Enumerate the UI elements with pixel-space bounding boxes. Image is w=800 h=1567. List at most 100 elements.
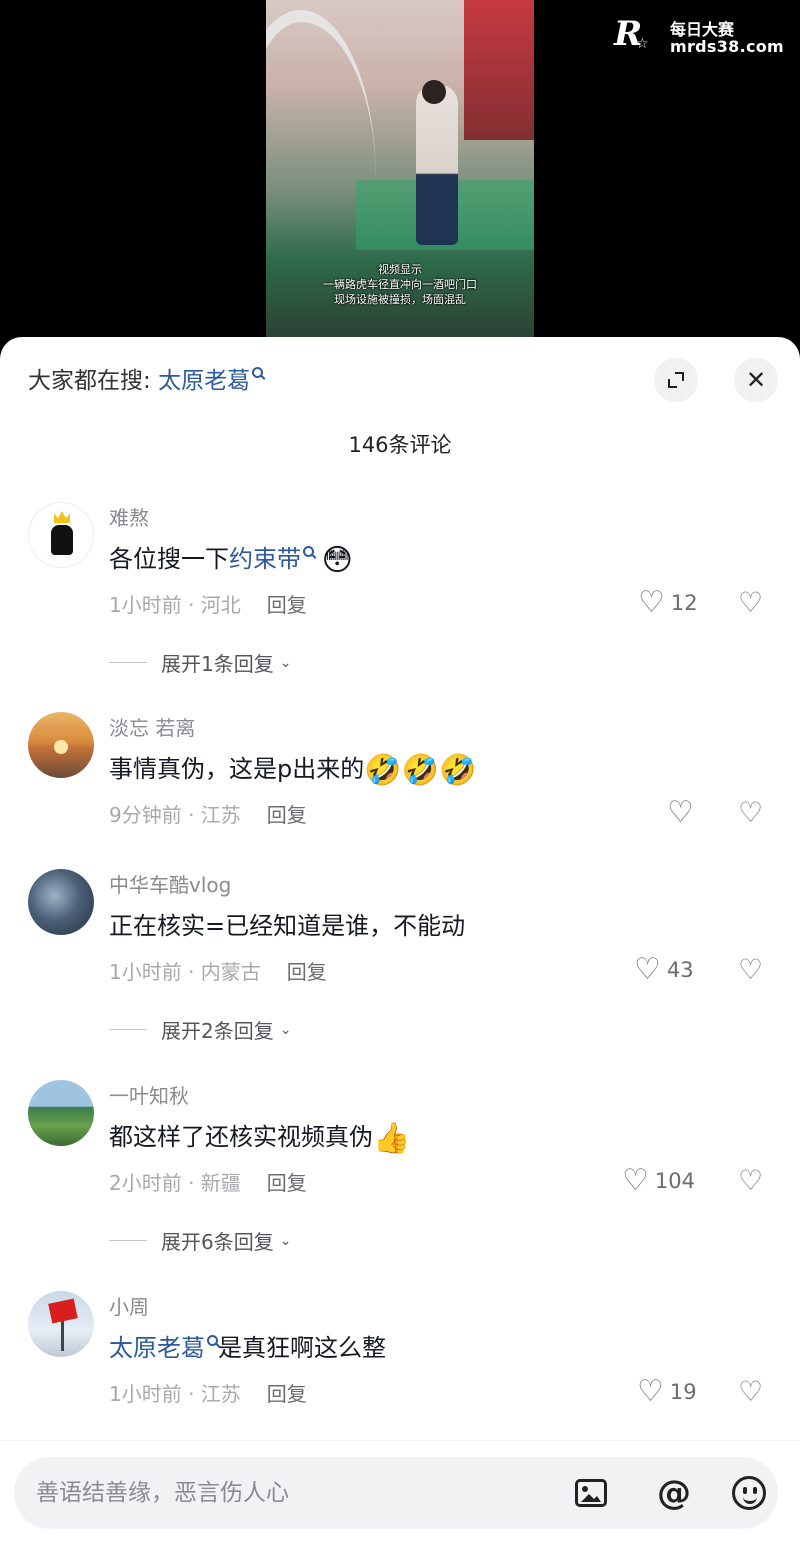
expand-replies-button[interactable]: 展开2条回复 ⌄ [109, 1015, 291, 1044]
comment-input[interactable] [36, 1475, 556, 1511]
avatar[interactable] [28, 1291, 94, 1357]
expand-replies-button[interactable]: 展开1条回复 ⌄ [109, 648, 291, 677]
close-icon: ✕ [745, 366, 767, 394]
like-button[interactable]: ♡ 43 [634, 955, 694, 985]
comment-text-part: 都这样了还核实视频真伪 [109, 1123, 373, 1151]
laughing-emoji: 🤣🤣🤣 [364, 753, 477, 788]
comment-sheet: 大家都在搜: 太原老葛 ✕ 146条评论 难熬 各位搜一下约束带 😳 1小时前 … [0, 337, 800, 1567]
expand-replies-label: 展开2条回复 [161, 1019, 274, 1043]
divider [109, 1240, 147, 1241]
like-count: 104 [654, 1169, 695, 1193]
reply-button[interactable]: 回复 [267, 593, 307, 617]
comment-meta: 1小时前 · 内蒙古 回复 [109, 959, 327, 985]
smile-icon [732, 1476, 766, 1510]
image-button[interactable] [572, 1474, 610, 1512]
comment-author[interactable]: 小周 [109, 1294, 149, 1320]
crown-icon [54, 511, 70, 523]
video-person-head [422, 80, 446, 104]
heart-icon: ♡ [634, 952, 661, 987]
reply-button[interactable]: 回复 [287, 960, 327, 984]
comment-text: 太原老葛 是真狂啊这么整 [109, 1331, 386, 1365]
flag-icon [48, 1298, 78, 1324]
expand-replies-button[interactable]: 展开6条回复 ⌄ [109, 1226, 291, 1255]
video-player[interactable]: 视频显示 一辆路虎车径直冲向一酒吧门口 现场设施被撞损，场面混乱 R ☆ 每日大… [0, 0, 800, 345]
video-person [416, 85, 458, 245]
like-count: 43 [666, 958, 694, 982]
divider [109, 662, 147, 663]
chevron-down-icon: ⌄ [279, 1021, 292, 1038]
comment-text-part: 正在核实=已经知道是谁，不能动 [109, 912, 466, 940]
comment-search-link[interactable]: 约束带 [229, 545, 301, 573]
watermark-url: mrds38.com [670, 37, 785, 56]
comment-text: 都这样了还核实视频真伪👍 [109, 1120, 410, 1154]
like-button[interactable]: ♡ [667, 798, 694, 828]
dislike-button[interactable]: ♡ [738, 798, 763, 828]
dislike-button[interactable]: ♡ [738, 1166, 763, 1196]
trending-search[interactable]: 大家都在搜: 太原老葛 [28, 365, 264, 397]
dislike-button[interactable]: ♡ [738, 955, 763, 985]
reply-button[interactable]: 回复 [267, 1382, 307, 1406]
close-button[interactable]: ✕ [734, 358, 778, 402]
fullscreen-button[interactable] [654, 358, 698, 402]
broken-heart-icon: ♡ [738, 586, 764, 619]
heart-icon: ♡ [638, 585, 665, 620]
comment-meta: 2小时前 · 新疆 回复 [109, 1170, 307, 1196]
search-icon [303, 546, 314, 557]
video-red-wall [464, 0, 534, 140]
expand-replies-label: 展开6条回复 [161, 1230, 274, 1254]
avatar[interactable] [28, 502, 94, 568]
comment-meta: 9分钟前 · 江苏 回复 [109, 802, 307, 828]
comment-time-location: 1小时前 · 江苏 [109, 1382, 241, 1406]
mention-button[interactable]: @ [655, 1473, 693, 1513]
comment-text-part: 各位搜一下 [109, 545, 229, 573]
broken-heart-icon: ♡ [738, 1375, 764, 1408]
comment-time-location: 9分钟前 · 江苏 [109, 803, 241, 827]
video-caption: 视频显示 一辆路虎车径直冲向一酒吧门口 现场设施被撞损，场面混乱 [266, 262, 534, 307]
expand-icon [668, 372, 684, 388]
comment-author[interactable]: 淡忘 若离 [109, 715, 195, 741]
avatar[interactable] [28, 869, 94, 935]
reply-button[interactable]: 回复 [267, 803, 307, 827]
trending-search-prefix: 大家都在搜: [28, 368, 151, 394]
star-icon: ☆ [636, 36, 649, 52]
heart-icon: ♡ [622, 1163, 649, 1198]
like-button[interactable]: ♡ 19 [637, 1377, 697, 1407]
comment-time-location: 1小时前 · 内蒙古 [109, 960, 261, 984]
comment-text-part: 是真狂啊这么整 [218, 1334, 386, 1362]
comment-time-location: 2小时前 · 新疆 [109, 1171, 241, 1195]
broken-heart-icon: ♡ [738, 796, 764, 829]
site-watermark: R ☆ 每日大赛 mrds38.com [606, 6, 794, 62]
reply-button[interactable]: 回复 [267, 1171, 307, 1195]
like-count: 19 [669, 1380, 697, 1404]
expand-replies-label: 展开1条回复 [161, 652, 274, 676]
broken-heart-icon: ♡ [738, 953, 764, 986]
emoji-button[interactable] [730, 1474, 768, 1512]
comment-input-bar: @ [0, 1440, 800, 1567]
comment-count: 146条评论 [348, 433, 452, 457]
comment-author[interactable]: 难熬 [109, 505, 149, 531]
avatar[interactable] [28, 1080, 94, 1146]
like-button[interactable]: ♡ 104 [622, 1166, 695, 1196]
figure-icon [51, 525, 73, 555]
comment-text-part: 事情真伪，这是p出来的 [109, 755, 365, 783]
comment-text: 正在核实=已经知道是谁，不能动 [109, 909, 465, 943]
video-caption-line: 现场设施被撞损，场面混乱 [334, 293, 466, 306]
dislike-button[interactable]: ♡ [738, 588, 763, 618]
dislike-button[interactable]: ♡ [738, 1377, 763, 1407]
like-button[interactable]: ♡ 12 [638, 588, 698, 618]
thumbs-up-emoji: 👍 [373, 1121, 411, 1156]
video-frame[interactable]: 视频显示 一辆路虎车径直冲向一酒吧门口 现场设施被撞损，场面混乱 [266, 0, 534, 345]
comment-meta: 1小时前 · 河北 回复 [109, 592, 307, 618]
comment-text: 事情真伪，这是p出来的🤣🤣🤣 [109, 752, 476, 786]
heart-icon: ♡ [667, 795, 694, 830]
chevron-down-icon: ⌄ [279, 1232, 292, 1249]
comment-search-link[interactable]: 太原老葛 [109, 1334, 205, 1362]
avatar[interactable] [28, 712, 94, 778]
like-count: 12 [670, 591, 698, 615]
comment-input-container[interactable]: @ [14, 1457, 778, 1529]
trending-search-term[interactable]: 太原老葛 [158, 368, 250, 394]
at-icon: @ [657, 1473, 691, 1513]
comment-author[interactable]: 一叶知秋 [109, 1083, 189, 1109]
search-icon [252, 367, 264, 378]
comment-author[interactable]: 中华车酷vlog [109, 872, 231, 898]
